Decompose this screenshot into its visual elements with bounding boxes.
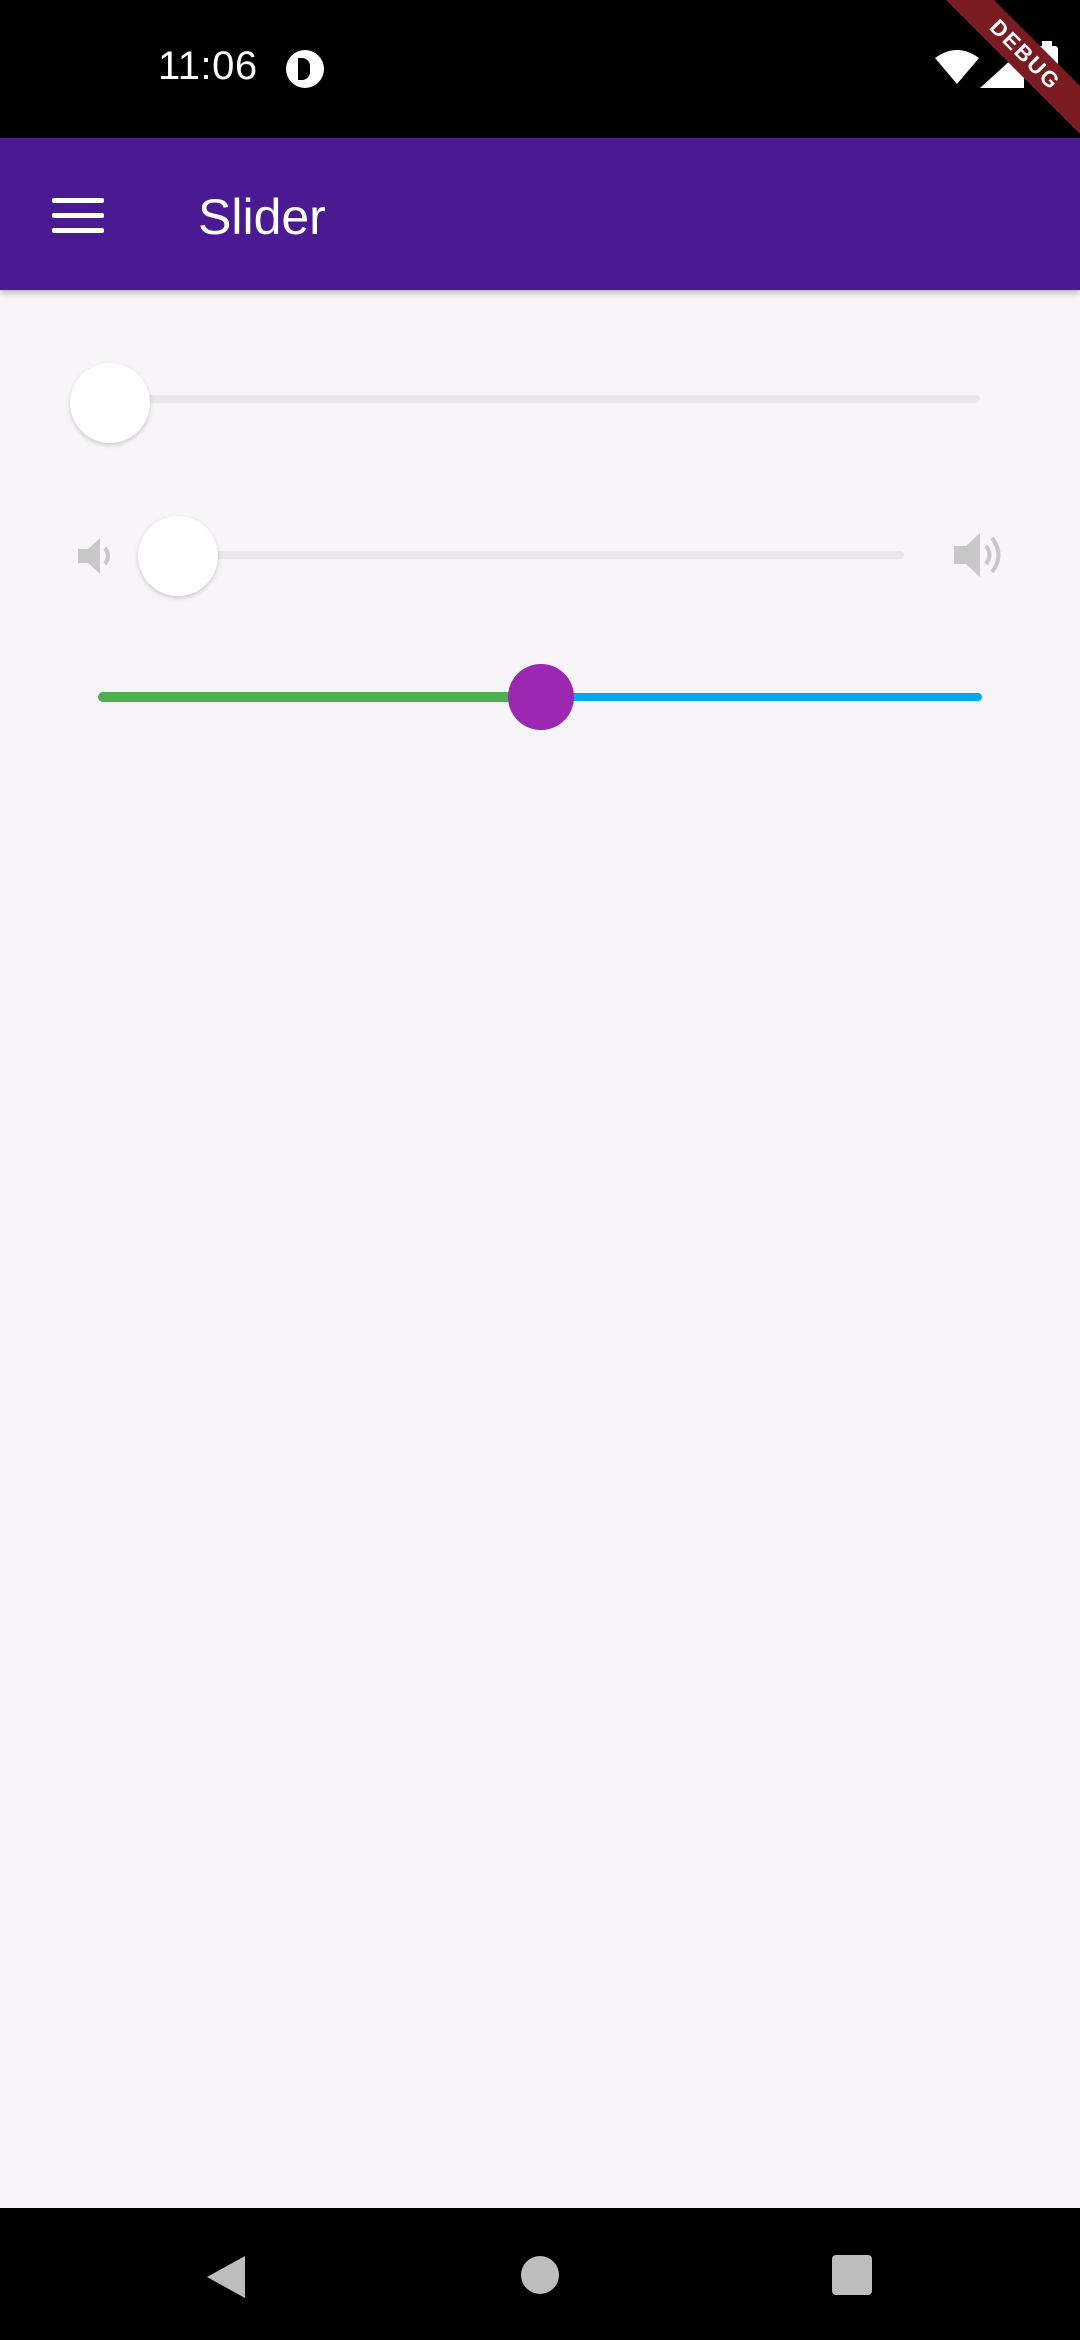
app-notification-icon [286,50,324,88]
custom-slider-active-track[interactable] [98,692,540,702]
volume-down-icon [78,538,110,574]
volume-slider-track[interactable] [178,551,904,559]
custom-slider-inactive-track[interactable] [540,693,982,701]
status-time: 11:06 [158,44,258,88]
basic-slider-thumb[interactable] [70,363,150,443]
menu-icon[interactable] [52,198,104,234]
back-icon[interactable] [205,2256,247,2298]
wifi-icon [935,50,979,84]
page-title: Slider [198,189,326,245]
volume-slider-thumb[interactable] [138,516,218,596]
custom-slider-thumb[interactable] [508,664,574,730]
basic-slider-track[interactable] [110,395,980,403]
volume-up-icon [954,533,1001,577]
navigation-bar [0,2208,1080,2340]
status-bar: 11:06 DEBUG [0,0,1080,138]
home-icon[interactable] [521,2256,559,2294]
recents-icon[interactable] [832,2255,872,2295]
app-bar: Slider [0,138,1080,290]
